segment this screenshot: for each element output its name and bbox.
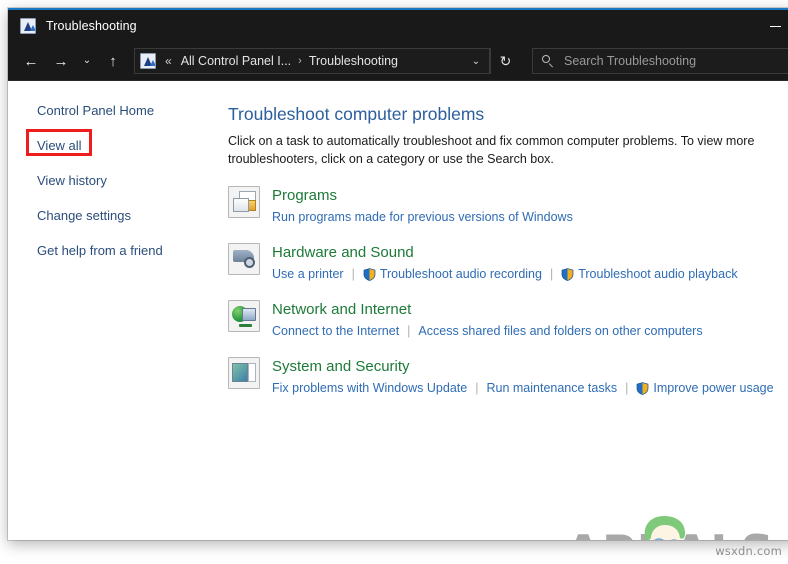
link-separator: | xyxy=(351,267,355,281)
window-title: Troubleshooting xyxy=(46,19,137,33)
site-watermark: wsxdn.com xyxy=(715,544,782,558)
category-links: Fix problems with Windows Update | Run m… xyxy=(272,380,774,396)
network-and-internet-icon xyxy=(228,300,260,332)
link-fix-problems-with-windows-update[interactable]: Fix problems with Windows Update xyxy=(272,380,467,396)
minimize-button[interactable] xyxy=(752,10,788,42)
breadcrumb-item-troubleshooting[interactable]: Troubleshooting xyxy=(309,54,398,68)
category-title-programs[interactable]: Programs xyxy=(272,187,337,204)
link-separator: | xyxy=(475,381,479,395)
title-bar: Troubleshooting xyxy=(8,10,788,42)
recent-locations-button[interactable]: ⌄ xyxy=(76,46,98,76)
link-run-programs-previous-versions[interactable]: Run programs made for previous versions … xyxy=(272,209,573,225)
category-programs: Programs Run programs made for previous … xyxy=(228,186,788,225)
appuals-watermark: APUALS xyxy=(450,513,788,540)
category-system-and-security: System and Security Fix problems with Wi… xyxy=(228,357,788,396)
category-title-hardware-and-sound[interactable]: Hardware and Sound xyxy=(272,244,414,261)
minimize-icon xyxy=(769,25,781,27)
category-body: Hardware and Sound Use a printer | Troub… xyxy=(272,243,738,282)
sidebar-item-control-panel-home[interactable]: Control Panel Home xyxy=(8,103,228,119)
sidebar-item-view-all-wrapper: View all xyxy=(8,129,228,156)
refresh-button[interactable]: ↻ xyxy=(490,48,520,74)
category-body: Network and Internet Connect to the Inte… xyxy=(272,300,703,339)
appuals-wordmark: APUALS xyxy=(450,525,788,540)
link-separator: | xyxy=(407,324,411,338)
link-improve-power-usage[interactable]: Improve power usage xyxy=(653,380,773,396)
link-troubleshoot-audio-playback[interactable]: Troubleshoot audio playback xyxy=(578,266,737,282)
uac-shield-icon xyxy=(636,381,649,395)
sidebar-item-view-history[interactable]: View history xyxy=(8,173,228,189)
breadcrumb-overflow-chevrons[interactable]: « xyxy=(165,54,172,68)
address-bar[interactable]: « All Control Panel I... › Troubleshooti… xyxy=(134,48,490,74)
window-controls xyxy=(752,10,788,42)
hardware-and-sound-icon xyxy=(228,243,260,275)
category-title-system-and-security[interactable]: System and Security xyxy=(272,358,410,375)
control-panel-icon xyxy=(20,18,36,34)
category-body: System and Security Fix problems with Wi… xyxy=(272,357,774,396)
link-run-maintenance-tasks[interactable]: Run maintenance tasks xyxy=(486,380,617,396)
uac-shield-icon xyxy=(363,267,376,281)
sidebar: Control Panel Home View all View history… xyxy=(8,81,228,540)
uac-shield-icon xyxy=(561,267,574,281)
search-input[interactable]: Search Troubleshooting xyxy=(564,54,696,68)
sidebar-item-get-help-from-a-friend[interactable]: Get help from a friend xyxy=(8,243,228,259)
link-use-a-printer[interactable]: Use a printer xyxy=(272,266,344,282)
breadcrumb-separator[interactable]: › xyxy=(291,55,309,67)
up-button[interactable]: ↑ xyxy=(98,46,128,76)
category-title-network-and-internet[interactable]: Network and Internet xyxy=(272,301,411,318)
navigation-toolbar: ← → ⌄ ↑ « All Control Panel I... › Troub… xyxy=(8,42,788,80)
link-troubleshoot-audio-recording[interactable]: Troubleshoot audio recording xyxy=(380,266,542,282)
page-description: Click on a task to automatically trouble… xyxy=(228,134,755,166)
category-links: Run programs made for previous versions … xyxy=(272,209,573,225)
category-body: Programs Run programs made for previous … xyxy=(272,186,573,225)
troubleshooting-window: Troubleshooting ← → ⌄ ↑ « All Control Pa… xyxy=(8,8,788,540)
category-list: Programs Run programs made for previous … xyxy=(228,186,788,396)
programs-icon xyxy=(228,186,260,218)
link-access-shared-files-and-folders[interactable]: Access shared files and folders on other… xyxy=(418,323,702,339)
content-area: Control Panel Home View all View history… xyxy=(8,80,788,540)
view-all-highlight-box xyxy=(26,129,92,156)
search-box[interactable]: Search Troubleshooting xyxy=(532,48,788,74)
sidebar-item-change-settings[interactable]: Change settings xyxy=(8,208,228,224)
category-links: Use a printer | Troubleshoot audio recor… xyxy=(272,266,738,282)
back-button[interactable]: ← xyxy=(16,46,46,76)
main-pane: Troubleshoot computer problems Click on … xyxy=(228,81,788,540)
system-and-security-icon xyxy=(228,357,260,389)
chevron-down-icon[interactable]: ⌄ xyxy=(463,49,489,73)
forward-button[interactable]: → xyxy=(46,46,76,76)
link-separator: | xyxy=(625,381,629,395)
link-separator: | xyxy=(549,267,554,281)
category-network-and-internet: Network and Internet Connect to the Inte… xyxy=(228,300,788,339)
link-connect-to-the-internet[interactable]: Connect to the Internet xyxy=(272,323,399,339)
appuals-mascot-icon xyxy=(644,516,686,540)
category-links: Connect to the Internet | Access shared … xyxy=(272,323,703,339)
page-title: Troubleshoot computer problems xyxy=(228,104,485,124)
search-icon xyxy=(542,54,555,68)
breadcrumb-item-all-control-panel-items[interactable]: All Control Panel I... xyxy=(181,54,291,68)
category-hardware-and-sound: Hardware and Sound Use a printer | Troub… xyxy=(228,243,788,282)
control-panel-icon xyxy=(140,53,156,69)
